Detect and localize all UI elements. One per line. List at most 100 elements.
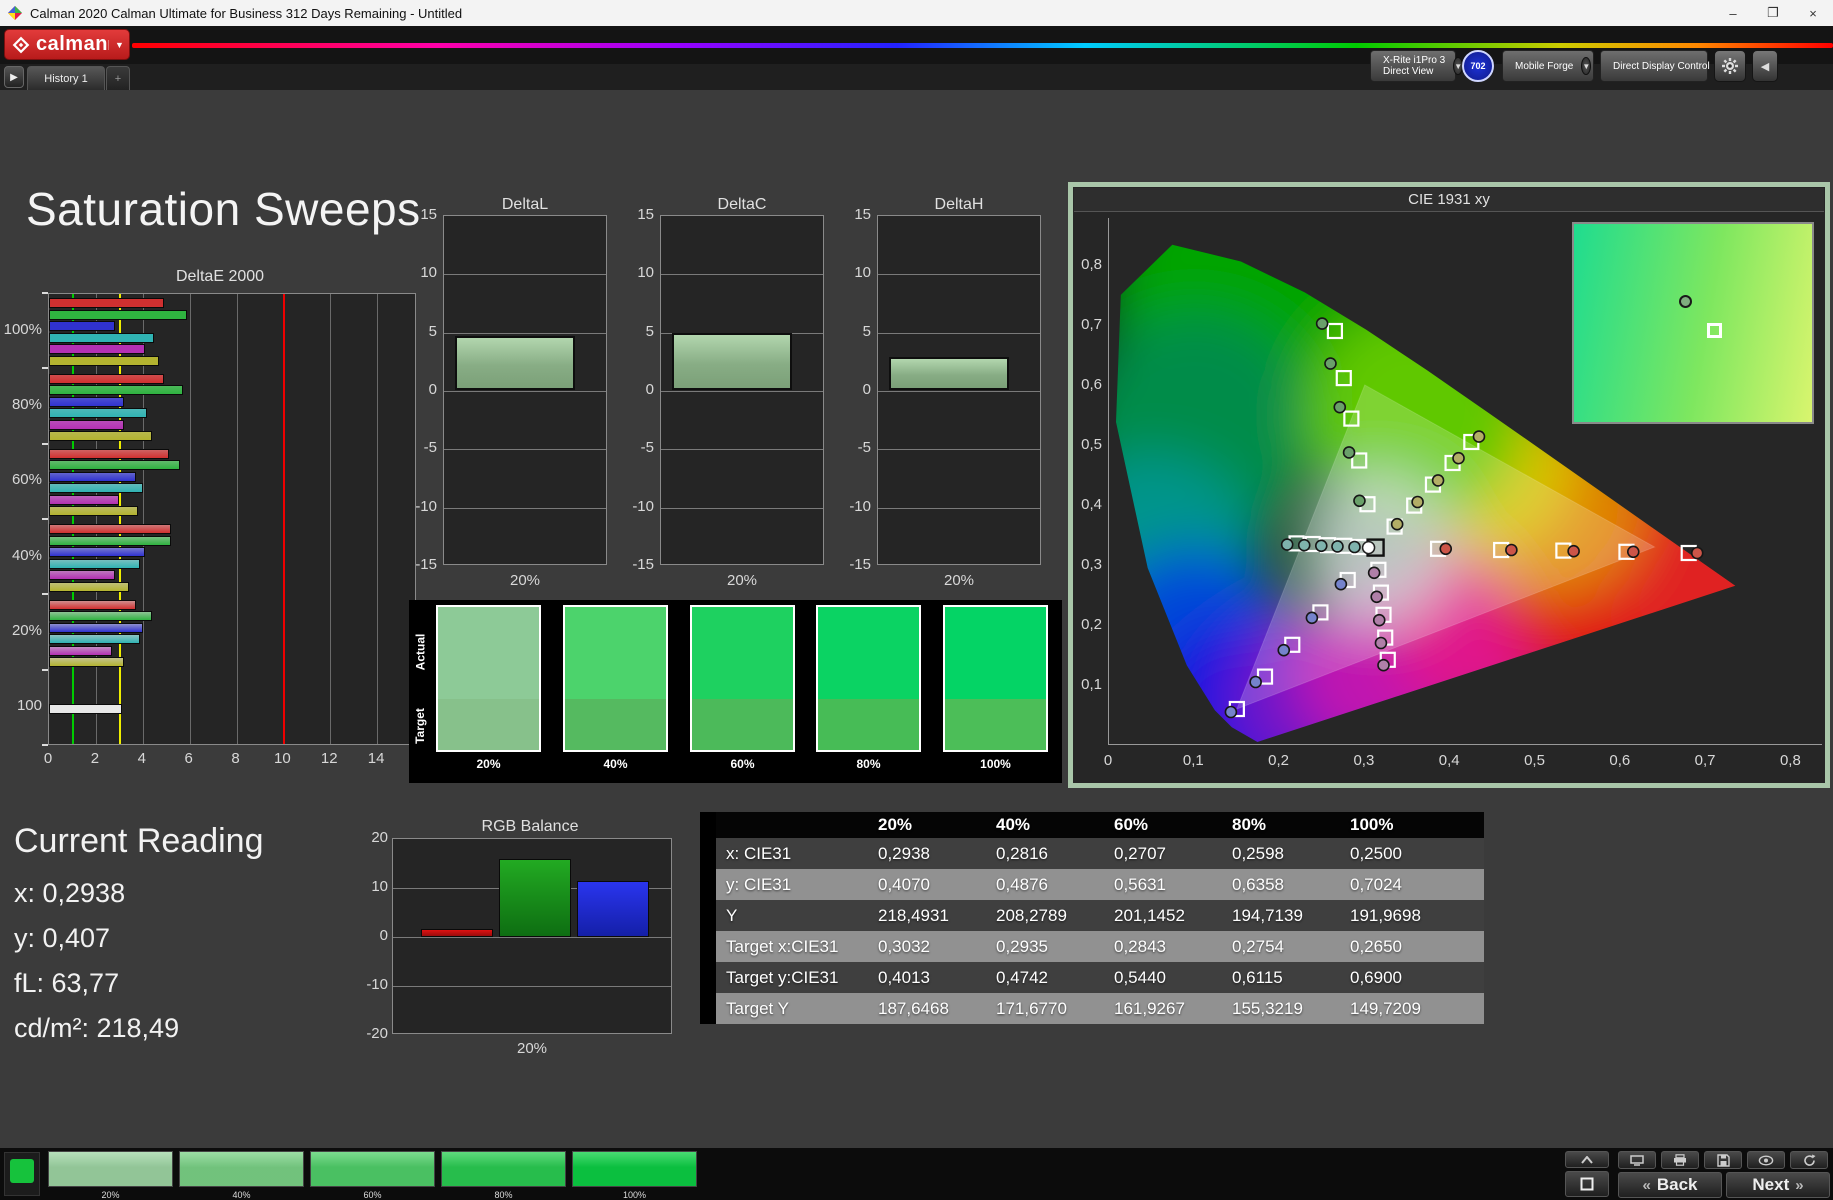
rgb-y-tick: -10: [366, 976, 388, 993]
table-cell: 0,6358: [1232, 874, 1284, 894]
pattern-window[interactable]: [4, 1152, 40, 1196]
meter-dropdown[interactable]: X-Rite i1Pro 3 Direct View ▼: [1370, 50, 1464, 82]
target-swatch-100%: [945, 698, 1046, 750]
gridline: [661, 507, 823, 509]
deltae-bar-80%-4: [49, 419, 124, 430]
deltae-bar-40%-2: [49, 547, 146, 558]
target-swatch-60%: [692, 698, 793, 750]
table-cell: 208,2789: [996, 905, 1067, 925]
settings-button[interactable]: [1714, 50, 1746, 82]
pattern-thumb-60%[interactable]: [310, 1151, 435, 1187]
swatch-label: 100%: [980, 757, 1011, 771]
y-tick-label: 5: [645, 322, 654, 340]
deltae-bar-60%-5: [49, 506, 139, 517]
add-tab-button[interactable]: +: [106, 66, 130, 90]
reading-fl: fL: 63,77: [14, 968, 120, 998]
target-swatch-40%: [565, 698, 666, 750]
view-toggle-button[interactable]: [1747, 1151, 1785, 1169]
table-cell: 0,6115: [1232, 967, 1283, 987]
y-tick-label: -15: [849, 556, 871, 573]
close-button[interactable]: ×: [1793, 0, 1833, 26]
y-tick-label: -5: [640, 439, 654, 457]
table-cell: 0,2598: [1232, 843, 1284, 863]
gridline: [444, 449, 606, 451]
deltae-bar-80%-1: [49, 385, 183, 395]
deltae-bar-40%-5: [49, 581, 129, 592]
gridline: [377, 294, 379, 744]
deltaL-x-label: 20%: [509, 572, 541, 589]
reading-x: x: 0,2938: [14, 878, 126, 908]
table-cell: 0,6900: [1350, 967, 1402, 987]
axis-tick: [42, 442, 48, 445]
tab-history-1[interactable]: History 1: [27, 66, 105, 90]
save-session-button[interactable]: [1704, 1151, 1742, 1169]
deltae-bar-20%-0: [49, 599, 136, 610]
y-tick-label: -10: [415, 497, 437, 515]
minimize-button[interactable]: –: [1713, 0, 1753, 26]
collapse-panel-button[interactable]: ◀: [1752, 50, 1778, 82]
calman-app-icon: [8, 6, 22, 20]
pattern-thumb-40%[interactable]: [179, 1151, 304, 1187]
next-button[interactable]: Next »: [1726, 1172, 1830, 1198]
calman-menu-button[interactable]: calman ▼: [4, 29, 130, 60]
back-button[interactable]: « Back: [1618, 1172, 1722, 1198]
cie-x-tick: 0: [1103, 752, 1113, 769]
pattern-thumb-100%[interactable]: [572, 1151, 697, 1187]
table-cell: 0,2935: [996, 936, 1048, 956]
meter-profile-badge[interactable]: 702: [1462, 50, 1494, 82]
refresh-button[interactable]: [1790, 1151, 1828, 1169]
gridline: [393, 986, 671, 987]
y-tick-label: -10: [632, 497, 654, 515]
pattern-thumb-80%[interactable]: [441, 1151, 566, 1187]
print-report-button[interactable]: [1661, 1151, 1699, 1169]
display-control-dropdown[interactable]: Direct Display Control ▼: [1600, 50, 1728, 82]
table-cell: 0,2816: [996, 843, 1048, 863]
deltae-bar-20%-3: [49, 634, 141, 644]
row-label: Target Y: [726, 998, 790, 1018]
pattern-thumb-20%[interactable]: [48, 1151, 173, 1187]
swatch-label: 80%: [856, 757, 881, 771]
deltae-bar-100-0: [49, 703, 122, 714]
actual-row-label: Actual: [413, 633, 427, 671]
deltae-bar-40%-0: [49, 524, 171, 535]
deltaH-chart: [877, 215, 1041, 565]
table-cell: 149,7209: [1350, 998, 1421, 1018]
rgb-y-tick: 10: [371, 878, 388, 895]
expand-tray-button[interactable]: [1565, 1151, 1609, 1168]
deltaH-x-label: 20%: [943, 572, 975, 589]
deltae-bar-80%-2: [49, 396, 124, 407]
meter-status-bar: [1373, 54, 1377, 78]
cie-x-tick: 0,3: [1353, 752, 1375, 769]
cie-x-tick: 0,6: [1609, 752, 1631, 769]
disk-icon: [1716, 1153, 1730, 1167]
row-label: y: CIE31: [726, 874, 792, 894]
page-title: Saturation Sweeps: [26, 183, 421, 235]
maximize-button[interactable]: ❐: [1753, 0, 1793, 26]
group-label: 20%: [11, 622, 42, 639]
cie-title: CIE 1931 xy: [1074, 188, 1824, 212]
y-tick-label: 0: [428, 381, 437, 398]
history-panel-toggle[interactable]: ▶: [4, 66, 24, 88]
deltae-bar-60%-0: [49, 448, 169, 459]
chevron-up-icon: [1581, 1155, 1593, 1164]
calman-window: Calman 2020 Calman Ultimate for Business…: [0, 0, 1833, 1200]
stop-measure-button[interactable]: [1565, 1171, 1609, 1197]
axis-tick: [42, 292, 48, 294]
gridline: [661, 274, 823, 276]
deltae-chart: [48, 293, 416, 745]
gridline: [878, 507, 1040, 509]
deltae-bar-100%-0: [49, 298, 164, 309]
deltae-bar-20%-4: [49, 645, 113, 656]
display-window-button[interactable]: [1618, 1151, 1656, 1169]
table-cell: 187,6468: [878, 998, 949, 1018]
table-cell: 0,5440: [1114, 967, 1166, 987]
table-row: Target Y 187,6468 171,6770 161,9267 155,3219…: [716, 993, 1484, 1024]
gridline: [444, 507, 606, 509]
target-swatch-80%: [818, 698, 919, 750]
chevron-down-icon: ▼: [1581, 57, 1592, 75]
red-reference-line: [283, 294, 286, 744]
source-dropdown[interactable]: Mobile Forge ▼: [1502, 50, 1594, 82]
titlebar: Calman 2020 Calman Ultimate for Business…: [0, 0, 1833, 26]
cie-y-tick: 0,7: [1081, 316, 1102, 333]
source-status-bar: [1505, 54, 1509, 78]
